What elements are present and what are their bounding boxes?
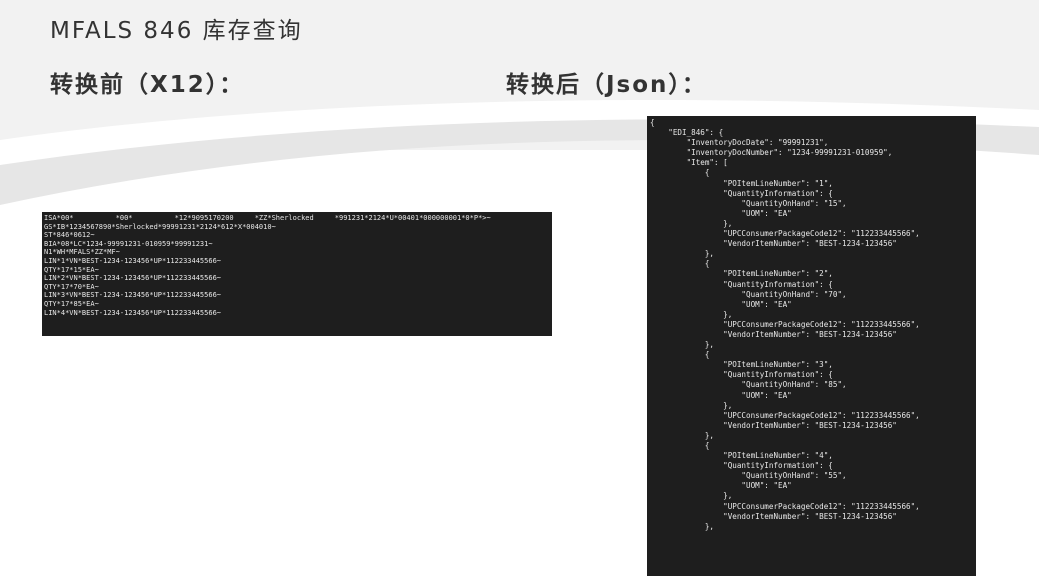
x12-code-line: LIN*1*VN*BEST-1234-123456*UP*11223344556… xyxy=(44,256,222,265)
json-code-line: "POItemLineNumber": "4", xyxy=(650,451,833,461)
json-code-line: { xyxy=(650,350,710,360)
json-code-line: "UOM": "EA" xyxy=(650,390,792,400)
json-code-line: "UPCConsumerPackageCode12": "11223344556… xyxy=(650,319,920,329)
x12-code-line: QTY*17*70*EA~ xyxy=(44,282,99,291)
json-code-line: "UPCConsumerPackageCode12": "11223344556… xyxy=(650,501,920,511)
json-code-line: "UOM": "EA" xyxy=(650,299,792,309)
json-code-line: "VendorItemNumber": "BEST-1234-123456" xyxy=(650,329,897,339)
json-code-line: "UPCConsumerPackageCode12": "11223344556… xyxy=(650,229,920,239)
json-code-line: "POItemLineNumber": "1", xyxy=(650,178,833,188)
json-code-line: "QuantityOnHand": "85", xyxy=(650,380,847,390)
x12-code-line: LIN*2*VN*BEST-1234-123456*UP*11223344556… xyxy=(44,274,222,283)
json-code-line: "UOM": "EA" xyxy=(650,481,792,491)
json-code-line: "QuantityOnHand": "55", xyxy=(650,471,847,481)
json-code-line: { xyxy=(650,259,710,269)
json-code-line: "QuantityOnHand": "15", xyxy=(650,198,847,208)
json-code-line: "VendorItemNumber": "BEST-1234-123456" xyxy=(650,511,897,521)
json-code-line: }, xyxy=(650,430,715,440)
x12-code-line: GS*IB*1234567890*Sherlocked*99991231*212… xyxy=(44,222,276,231)
json-code-line: "Item": [ xyxy=(650,158,728,168)
json-code-line: "EDI_846": { xyxy=(650,128,724,138)
json-code-line: }, xyxy=(650,249,715,259)
json-code-screenshot: { "EDI_846": { "InventoryDocDate": "9999… xyxy=(647,116,976,576)
json-code-line: "QuantityOnHand": "70", xyxy=(650,289,847,299)
json-code-line: "QuantityInformation": { xyxy=(650,461,833,471)
json-code-line: "QuantityInformation": { xyxy=(650,370,833,380)
x12-code-line: QTY*17*15*EA~ xyxy=(44,265,99,274)
x12-code-line: ST*846*0612~ xyxy=(44,231,95,240)
json-code-line: { xyxy=(650,441,710,450)
before-heading: 转换前（X12）： xyxy=(50,72,245,98)
json-code-line: "UPCConsumerPackageCode12": "11223344556… xyxy=(650,410,920,420)
json-code-line: }, xyxy=(650,521,715,531)
json-code-line: "POItemLineNumber": "3", xyxy=(650,360,833,370)
json-code-line: "QuantityInformation": { xyxy=(650,188,833,198)
json-code-line: "VendorItemNumber": "BEST-1234-123456" xyxy=(650,420,897,430)
x12-code-line: ISA*00* *00* *12*9095170200 *ZZ*Sherlock… xyxy=(44,214,491,222)
x12-code-line: LIN*4*VN*BEST-1234-123456*UP*11223344556… xyxy=(44,308,222,317)
json-code-line: }, xyxy=(650,340,715,350)
json-code-line: "InventoryDocDate": "99991231", xyxy=(650,138,829,148)
json-code-line: }, xyxy=(650,218,733,228)
x12-code-line: LIN*3*VN*BEST-1234-123456*UP*11223344556… xyxy=(44,291,222,300)
json-code-line: { xyxy=(650,118,655,127)
json-code-line: }, xyxy=(650,309,733,319)
x12-code-line: QTY*17*85*EA~ xyxy=(44,299,99,308)
json-code-line: "VendorItemNumber": "BEST-1234-123456" xyxy=(650,239,897,249)
json-code-line: "QuantityInformation": { xyxy=(650,279,833,289)
json-code-line: "InventoryDocNumber": "1234-99991231-010… xyxy=(650,148,893,158)
after-heading: 转换后（Json）： xyxy=(506,72,707,98)
x12-code-line: N1*WH*MFALS*ZZ*MF~ xyxy=(44,248,120,257)
json-code-line: }, xyxy=(650,400,733,410)
json-code-line: "POItemLineNumber": "2", xyxy=(650,269,833,279)
x12-code-line: BIA*08*LC*1234-99991231-010959*99991231~ xyxy=(44,239,213,248)
json-code-line: }, xyxy=(650,491,733,501)
page-title: MFALS 846 库存查询 xyxy=(50,18,303,44)
x12-code-screenshot: ISA*00* *00* *12*9095170200 *ZZ*Sherlock… xyxy=(42,212,552,336)
json-code-line: { xyxy=(650,168,710,178)
json-code-line: "UOM": "EA" xyxy=(650,208,792,218)
